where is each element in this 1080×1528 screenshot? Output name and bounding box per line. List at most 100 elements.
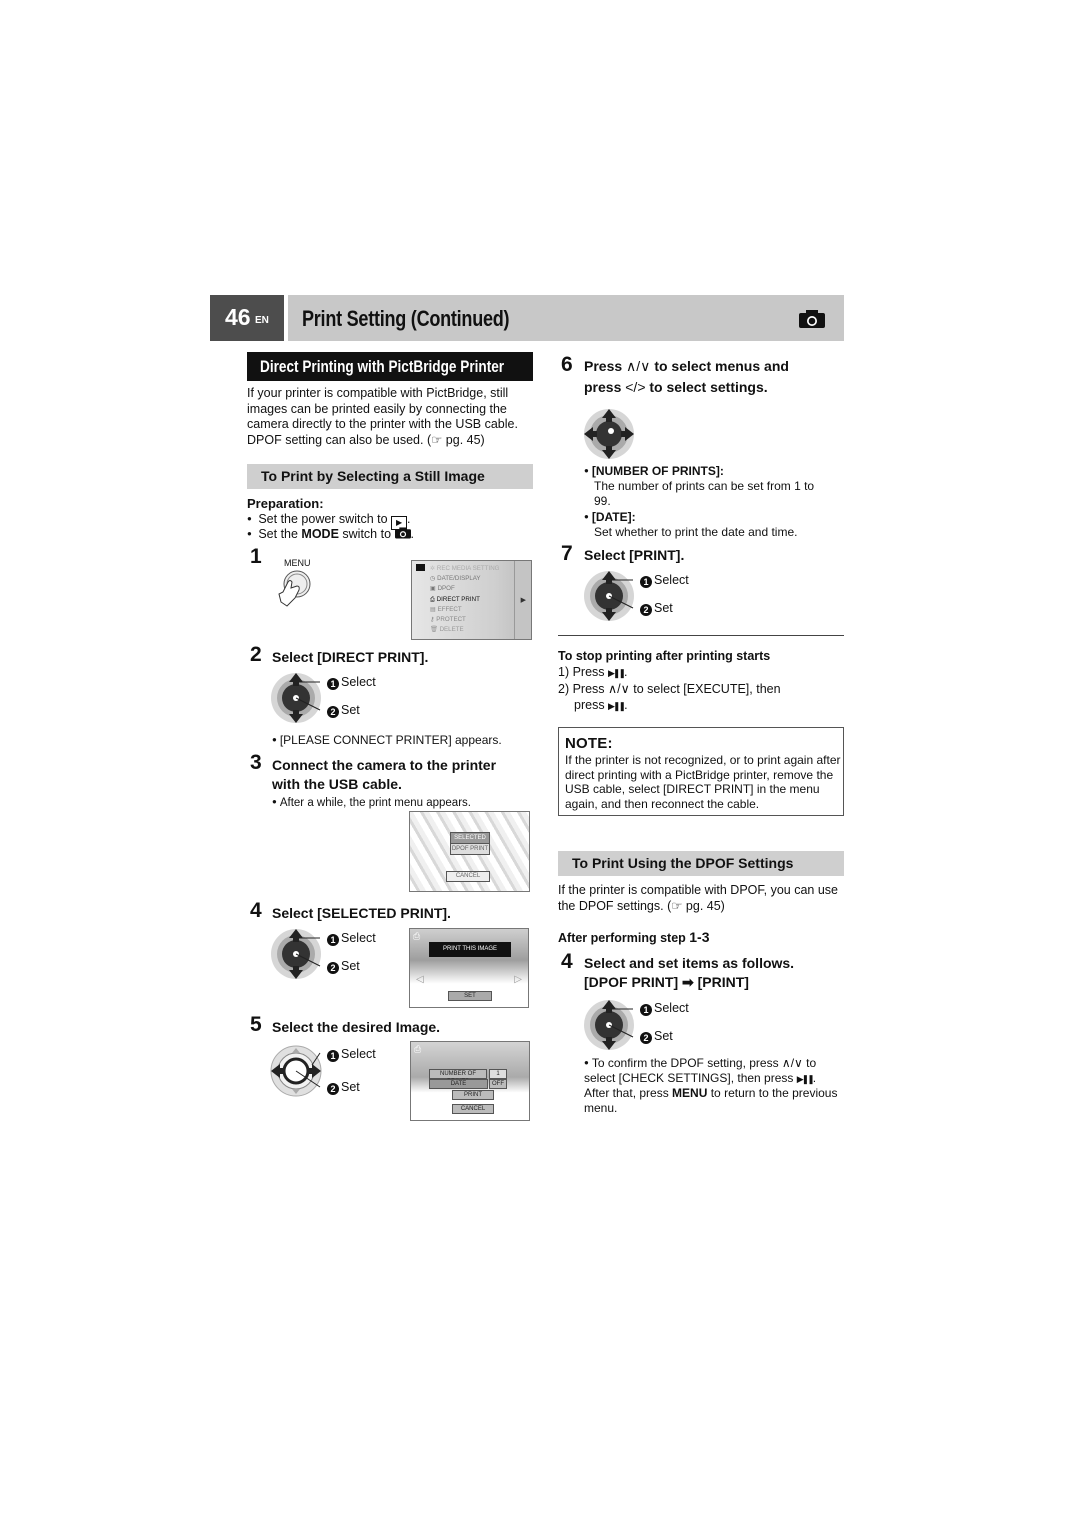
step-title: Press ∧/∨ to select menus and press </> …: [584, 356, 789, 398]
step-circle-2: 2: [640, 604, 652, 616]
menu-item-rec-media[interactable]: ✲ REC MEDIA SETTING: [430, 564, 499, 574]
cancel-button[interactable]: CANCEL: [452, 1104, 494, 1114]
menu-item-label: DIRECT PRINT: [436, 595, 480, 603]
mode-label: MODE: [301, 527, 339, 541]
print-button[interactable]: PRINT: [452, 1090, 494, 1100]
dpad-four-way-icon: [584, 409, 634, 459]
prep-text: Set the power switch to: [258, 512, 392, 526]
menu-item-label: DELETE: [439, 626, 464, 634]
menu-item-label: EFFECT: [437, 605, 462, 613]
step3-note: After a while, the print menu appears.: [272, 794, 471, 811]
menu-button-label: MENU: [284, 558, 311, 568]
cancel-option[interactable]: CANCEL: [446, 871, 490, 882]
left-arrow-icon[interactable]: ◁: [416, 974, 424, 985]
step-title-text: press: [584, 379, 626, 395]
set-text: Set: [341, 1080, 360, 1094]
step-title: Select [DIRECT PRINT].: [272, 649, 429, 665]
stop-text: 2) Press: [558, 682, 609, 696]
page-header: Print Setting (Continued): [288, 295, 844, 341]
menu-item-date-display[interactable]: ◷ DATE/DISPLAY: [430, 574, 499, 584]
set-label: 2 Set: [640, 1029, 673, 1044]
select-text: Select: [341, 931, 376, 945]
dpof-print-option[interactable]: DPOF PRINT: [450, 843, 490, 855]
step-circle-2: 2: [327, 962, 339, 974]
page-number-block: 46 EN: [210, 295, 284, 341]
stop-text: to select [EXECUTE], then: [629, 682, 781, 696]
printer-icon: ⎙: [414, 1044, 422, 1054]
step-title: Select and set items as follows. [DPOF P…: [584, 954, 794, 992]
print-this-image-screen: ⎙ PRINT THIS IMAGE ◁ ▷ SET: [409, 928, 529, 1008]
menu-item-protect[interactable]: ⚷ PROTECT: [430, 615, 499, 625]
note-title: NOTE:: [565, 735, 613, 752]
set-text: Set: [654, 601, 673, 615]
dpad-updown-icon: [584, 571, 634, 621]
number-of-prints-label[interactable]: NUMBER OF PRINTS: [429, 1069, 487, 1085]
stop-printing-section: To stop printing after printing starts 1…: [558, 648, 844, 714]
step-number: 4: [561, 950, 573, 973]
up-down-icon: ∧/∨: [608, 682, 630, 696]
camera-icon: [799, 310, 825, 328]
dpof-subsection-heading: To Print Using the DPOF Settings: [558, 851, 844, 876]
step-number: 4: [250, 899, 262, 922]
step-number: 3: [250, 751, 262, 774]
dpof-intro: If the printer is compatible with DPOF, …: [558, 883, 838, 913]
dpad-updown-icon: [584, 1000, 634, 1050]
dpad-updown-icon: [271, 929, 321, 979]
play-pause-icon: [797, 1071, 813, 1085]
page-number: 46: [225, 304, 251, 330]
set-text: Set: [654, 1029, 673, 1043]
date-value[interactable]: OFF: [489, 1079, 507, 1089]
note-text: [PLEASE CONNECT PRINTER] appears.: [279, 733, 502, 747]
prep-item-mode: Set the MODE switch to .: [247, 526, 414, 542]
set-text: Set: [341, 959, 360, 973]
menu-item-effect[interactable]: ▤ EFFECT: [430, 605, 499, 615]
dpad-leftright-icon: [270, 1045, 322, 1097]
number-of-prints-value[interactable]: 1: [489, 1069, 507, 1079]
step-circle-1: 1: [327, 678, 339, 690]
note-text: After a while, the print menu appears.: [279, 797, 471, 809]
camera-icon: [394, 527, 411, 539]
item-desc: The number of prints can be set from 1 t…: [594, 479, 815, 493]
prep-text: Set the: [258, 527, 302, 541]
step2-note: [PLEASE CONNECT PRINTER] appears.: [272, 732, 502, 748]
menu-button-press-icon: [278, 570, 311, 607]
step-number: 5: [250, 1013, 262, 1036]
step-circle-1: 1: [640, 1004, 652, 1016]
left-right-icon: </>: [625, 379, 646, 395]
step-circle-1: 1: [327, 934, 339, 946]
menu-label: MENU: [672, 1086, 708, 1101]
set-label: 2 Set: [640, 601, 673, 616]
set-button[interactable]: SET: [448, 991, 492, 1001]
menu-item-delete[interactable]: 🗑 DELETE: [430, 625, 499, 635]
after-text: After performing step: [558, 931, 690, 945]
select-label: 1 Select: [327, 931, 376, 946]
step-title-text: to select settings.: [645, 379, 768, 395]
step-circle-1: 1: [327, 1050, 339, 1062]
menu-item-direct-print[interactable]: ⎙ DIRECT PRINT: [430, 595, 499, 605]
menu-item-label: DPOF: [437, 585, 455, 593]
preparation-label: Preparation:: [247, 496, 324, 511]
select-label: 1 Select: [327, 1047, 376, 1062]
prep-text: switch to: [338, 527, 395, 541]
up-down-icon: ∧/∨: [781, 1056, 803, 1070]
step-title-line: Select and set items as follows.: [584, 955, 795, 971]
play-pause-icon: [608, 698, 624, 712]
step-title: Connect the camera to the printer with t…: [272, 756, 496, 794]
menu-item-label: DATE/DISPLAY: [437, 575, 481, 583]
step-number: 6: [561, 353, 573, 376]
set-label: 2 Set: [327, 703, 360, 718]
play-pause-icon: [608, 665, 624, 679]
prep-text: .: [407, 512, 411, 526]
prep-text: .: [410, 527, 414, 541]
menu-item-dpof[interactable]: ▣ DPOF: [430, 584, 499, 594]
step-number: 1: [250, 545, 262, 568]
right-arrow-icon[interactable]: ▷: [514, 974, 522, 985]
divider: [558, 635, 844, 636]
after-steps: 1-3: [689, 929, 710, 945]
stop-step-1: 1) Press .: [558, 664, 844, 681]
select-label: 1 Select: [327, 675, 376, 690]
note-box: NOTE: If the printer is not recognized, …: [558, 727, 844, 816]
date-label[interactable]: DATE: [429, 1079, 488, 1089]
stop-step-2: 2) Press ∧/∨ to select [EXECUTE], then: [558, 681, 844, 697]
subsection-heading: To Print by Selecting a Still Image: [247, 464, 533, 489]
